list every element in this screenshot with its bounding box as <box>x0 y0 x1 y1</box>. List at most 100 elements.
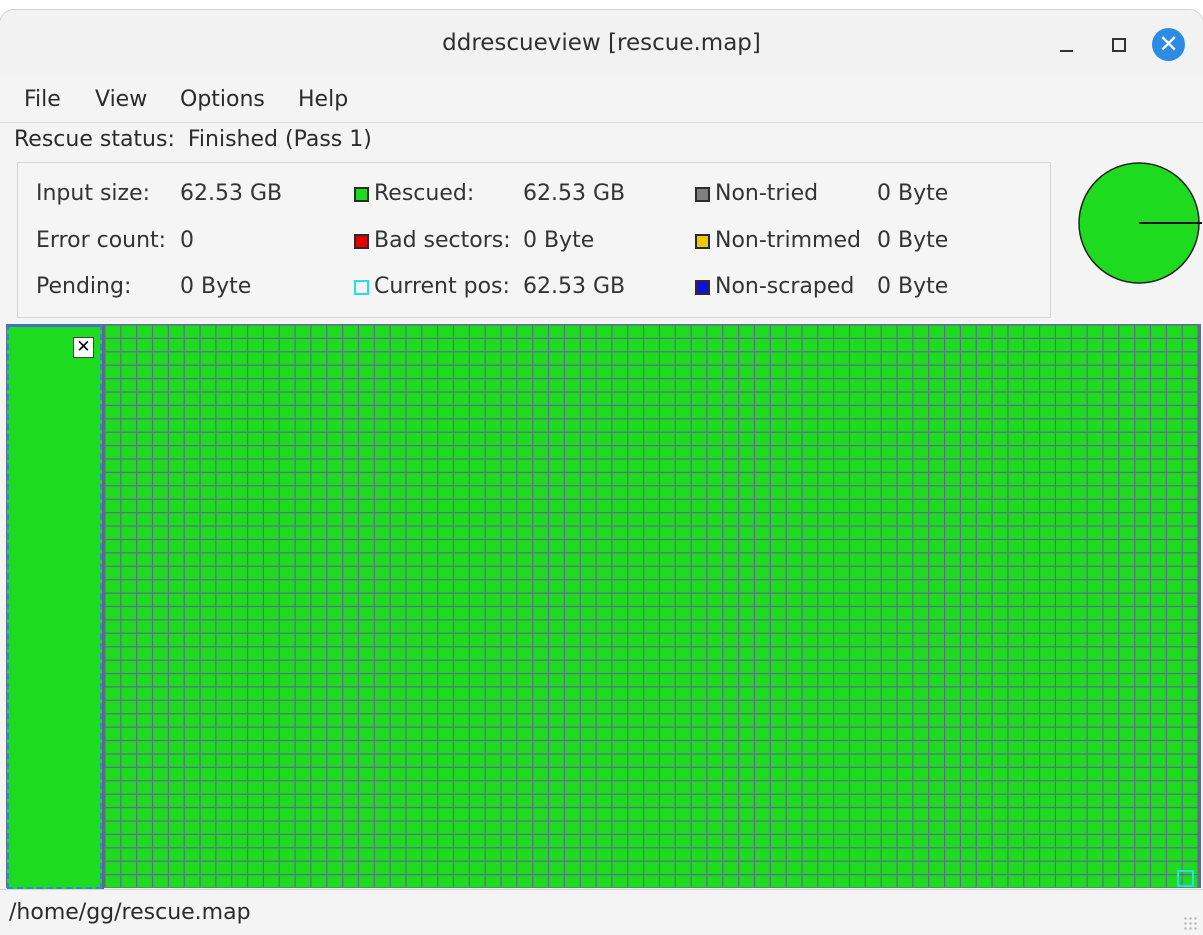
map-block[interactable] <box>707 687 723 700</box>
map-block[interactable] <box>1008 499 1024 513</box>
map-block[interactable] <box>1056 660 1071 673</box>
map-block[interactable] <box>1119 781 1135 794</box>
map-block[interactable] <box>1008 580 1024 593</box>
map-block[interactable] <box>105 352 121 365</box>
map-block[interactable] <box>501 325 517 338</box>
map-block[interactable] <box>406 566 422 580</box>
map-block[interactable] <box>200 808 216 821</box>
map-block[interactable] <box>850 781 865 794</box>
map-block[interactable] <box>533 325 548 338</box>
map-block[interactable] <box>343 446 358 459</box>
map-block[interactable] <box>913 821 929 834</box>
map-block[interactable] <box>1071 741 1087 754</box>
map-block[interactable] <box>184 714 200 727</box>
map-block[interactable] <box>168 432 184 446</box>
map-block[interactable] <box>976 834 992 848</box>
map-block[interactable] <box>359 687 374 700</box>
map-block[interactable] <box>865 700 881 714</box>
map-block[interactable] <box>295 486 311 499</box>
map-block[interactable] <box>422 526 438 539</box>
map-block[interactable] <box>137 633 152 647</box>
map-block[interactable] <box>960 526 976 539</box>
map-block[interactable] <box>612 553 628 566</box>
map-block[interactable] <box>628 848 643 861</box>
map-block[interactable] <box>897 647 913 660</box>
map-block[interactable] <box>264 392 279 405</box>
map-block[interactable] <box>121 379 137 392</box>
map-block[interactable] <box>850 580 865 593</box>
map-block[interactable] <box>184 754 200 767</box>
map-block[interactable] <box>121 526 137 539</box>
map-block[interactable] <box>1056 620 1071 633</box>
map-block[interactable] <box>153 593 168 606</box>
map-block[interactable] <box>865 674 881 687</box>
map-block[interactable] <box>612 741 628 754</box>
map-block[interactable] <box>992 687 1008 700</box>
map-block[interactable] <box>469 365 485 379</box>
map-block[interactable] <box>596 379 612 392</box>
map-block[interactable] <box>770 499 786 513</box>
map-block[interactable] <box>580 540 596 553</box>
map-block[interactable] <box>549 580 564 593</box>
map-block[interactable] <box>897 553 913 566</box>
map-block[interactable] <box>945 593 960 606</box>
map-block[interactable] <box>960 741 976 754</box>
map-block[interactable] <box>818 687 834 700</box>
map-block[interactable] <box>992 861 1008 874</box>
map-block[interactable] <box>564 781 580 794</box>
map-block[interactable] <box>881 513 897 526</box>
map-block[interactable] <box>1135 486 1150 499</box>
map-block[interactable] <box>390 633 406 647</box>
map-block[interactable] <box>929 714 944 727</box>
map-block[interactable] <box>1008 781 1024 794</box>
map-block[interactable] <box>723 607 739 620</box>
map-block[interactable] <box>295 339 311 352</box>
map-block[interactable] <box>295 566 311 580</box>
map-block[interactable] <box>137 352 152 365</box>
map-block[interactable] <box>929 620 944 633</box>
map-block[interactable] <box>549 593 564 606</box>
map-block[interactable] <box>945 727 960 740</box>
map-block[interactable] <box>343 767 358 781</box>
map-block[interactable] <box>612 526 628 539</box>
map-block[interactable] <box>406 473 422 486</box>
map-block[interactable] <box>755 365 770 379</box>
map-block[interactable] <box>533 674 548 687</box>
map-block[interactable] <box>612 392 628 405</box>
map-block[interactable] <box>248 794 263 807</box>
map-block[interactable] <box>422 446 438 459</box>
map-block[interactable] <box>279 767 295 781</box>
map-block[interactable] <box>311 861 327 874</box>
map-block[interactable] <box>517 714 533 727</box>
map-block[interactable] <box>1151 566 1166 580</box>
map-block[interactable] <box>232 834 247 848</box>
map-block[interactable] <box>1151 687 1166 700</box>
map-block[interactable] <box>612 875 628 888</box>
map-block[interactable] <box>264 325 279 338</box>
map-block[interactable] <box>881 620 897 633</box>
map-block[interactable] <box>454 821 469 834</box>
map-block[interactable] <box>675 741 691 754</box>
map-block[interactable] <box>533 620 548 633</box>
map-block[interactable] <box>153 540 168 553</box>
map-block[interactable] <box>1024 379 1039 392</box>
map-block[interactable] <box>675 446 691 459</box>
map-block[interactable] <box>564 607 580 620</box>
map-block[interactable] <box>533 513 548 526</box>
map-block[interactable] <box>976 754 992 767</box>
map-block[interactable] <box>422 406 438 419</box>
map-block[interactable] <box>850 767 865 781</box>
map-block[interactable] <box>960 580 976 593</box>
map-block[interactable] <box>137 647 152 660</box>
map-block[interactable] <box>1071 633 1087 647</box>
map-block[interactable] <box>660 660 675 673</box>
map-block[interactable] <box>1087 727 1103 740</box>
map-block[interactable] <box>1024 593 1039 606</box>
map-block[interactable] <box>105 861 121 874</box>
map-block[interactable] <box>960 352 976 365</box>
map-block[interactable] <box>976 794 992 807</box>
map-block[interactable] <box>327 406 343 419</box>
map-block[interactable] <box>992 352 1008 365</box>
map-block[interactable] <box>865 325 881 338</box>
map-block[interactable] <box>184 566 200 580</box>
